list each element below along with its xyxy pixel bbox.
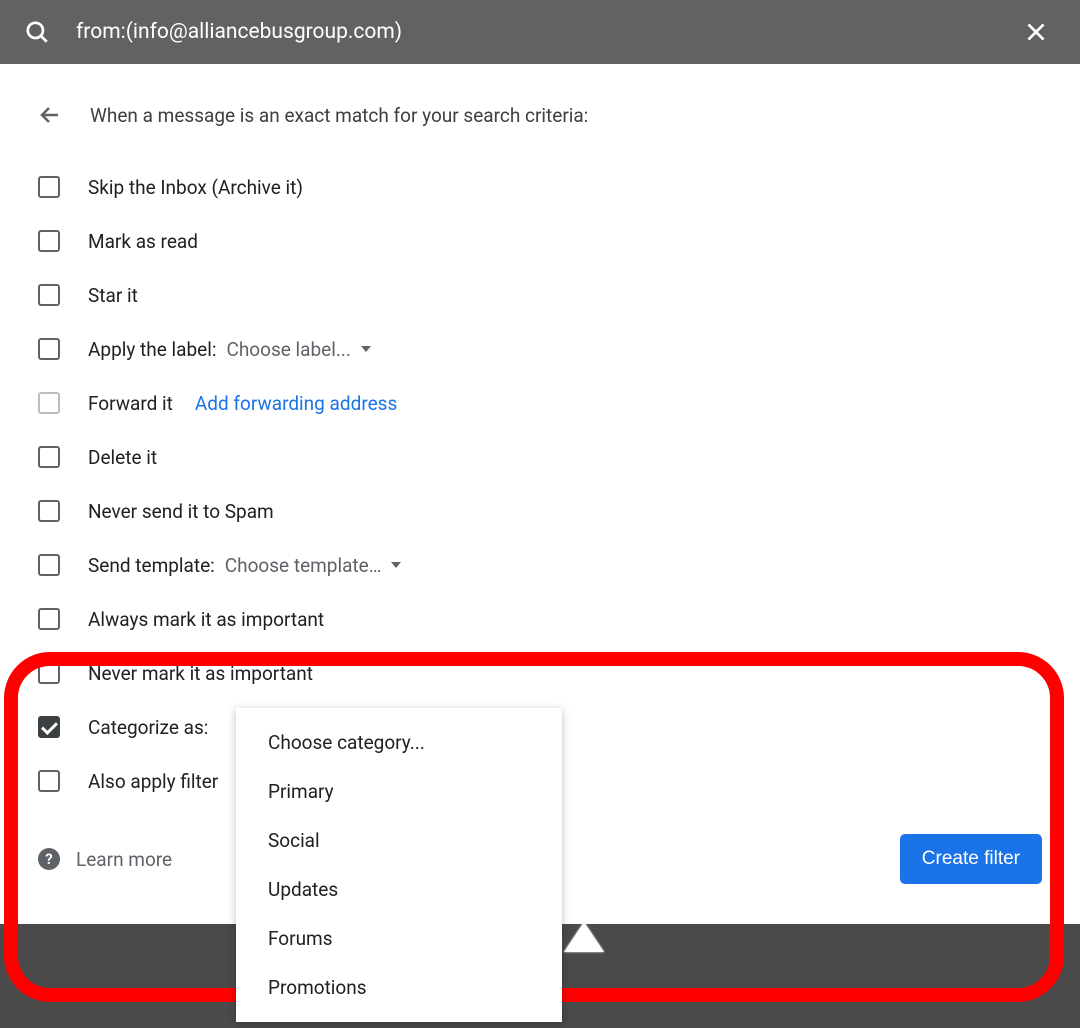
chevron-down-icon [391, 562, 401, 568]
category-social[interactable]: Social [236, 816, 562, 865]
option-never-spam[interactable]: Never send it to Spam [38, 484, 1042, 538]
send-template-text: Send template: [88, 554, 215, 577]
checkbox-never-spam[interactable] [38, 500, 60, 522]
search-bar: from:(info@alliancebusgroup.com) [0, 0, 1080, 64]
search-query[interactable]: from:(info@alliancebusgroup.com) [76, 20, 990, 44]
category-promotions[interactable]: Promotions [236, 963, 562, 1012]
learn-more-text: Learn more [76, 848, 172, 871]
cursor-pointer-icon [564, 922, 604, 952]
label-delete: Delete it [88, 446, 157, 469]
checkbox-never-important[interactable] [38, 662, 60, 684]
category-dropdown: Choose category... Primary Social Update… [236, 708, 562, 1022]
label-forward: Forward it Add forwarding address [88, 392, 397, 415]
label-skip-inbox: Skip the Inbox (Archive it) [88, 176, 303, 199]
label-send-template: Send template: Choose template… [88, 554, 401, 577]
option-never-important[interactable]: Never mark it as important [38, 646, 1042, 700]
option-delete[interactable]: Delete it [38, 430, 1042, 484]
checkbox-also-apply[interactable] [38, 770, 60, 792]
checkbox-always-important[interactable] [38, 608, 60, 630]
label-never-important: Never mark it as important [88, 662, 313, 685]
search-icon[interactable] [24, 19, 50, 45]
label-never-spam: Never send it to Spam [88, 500, 274, 523]
option-apply-label[interactable]: Apply the label: Choose label... [38, 322, 1042, 376]
checkbox-star[interactable] [38, 284, 60, 306]
choose-template-text: Choose template… [225, 554, 382, 577]
option-send-template[interactable]: Send template: Choose template… [38, 538, 1042, 592]
option-skip-inbox[interactable]: Skip the Inbox (Archive it) [38, 160, 1042, 214]
category-forums[interactable]: Forums [236, 914, 562, 963]
learn-more-link[interactable]: ? Learn more [38, 848, 172, 871]
apply-label-text: Apply the label: [88, 338, 216, 361]
page-title: When a message is an exact match for you… [90, 104, 588, 127]
category-primary[interactable]: Primary [236, 767, 562, 816]
template-dropdown[interactable]: Choose template… [225, 554, 402, 577]
checkbox-mark-read[interactable] [38, 230, 60, 252]
option-forward[interactable]: Forward it Add forwarding address [38, 376, 1042, 430]
checkbox-send-template[interactable] [38, 554, 60, 576]
label-also-apply: Also apply filter [88, 770, 218, 793]
create-filter-button[interactable]: Create filter [900, 834, 1042, 884]
label-star: Star it [88, 284, 138, 307]
close-icon[interactable] [1016, 12, 1056, 52]
category-updates[interactable]: Updates [236, 865, 562, 914]
category-choose[interactable]: Choose category... [236, 718, 562, 767]
label-categorize: Categorize as: [88, 716, 208, 739]
back-arrow-icon[interactable] [38, 103, 62, 127]
checkbox-skip-inbox[interactable] [38, 176, 60, 198]
label-dropdown[interactable]: Choose label... [226, 338, 370, 361]
label-apply-label: Apply the label: Choose label... [88, 338, 371, 361]
checkbox-delete[interactable] [38, 446, 60, 468]
help-icon: ? [38, 848, 60, 870]
forward-text: Forward it [88, 392, 173, 415]
checkbox-apply-label[interactable] [38, 338, 60, 360]
option-star[interactable]: Star it [38, 268, 1042, 322]
add-forwarding-link[interactable]: Add forwarding address [195, 392, 397, 415]
header-row: When a message is an exact match for you… [38, 88, 1042, 142]
label-always-important: Always mark it as important [88, 608, 324, 631]
checkbox-forward[interactable] [38, 392, 60, 414]
checkbox-categorize[interactable] [38, 716, 60, 738]
option-mark-read[interactable]: Mark as read [38, 214, 1042, 268]
label-mark-read: Mark as read [88, 230, 198, 253]
choose-label-text: Choose label... [226, 338, 350, 361]
chevron-down-icon [361, 346, 371, 352]
option-always-important[interactable]: Always mark it as important [38, 592, 1042, 646]
